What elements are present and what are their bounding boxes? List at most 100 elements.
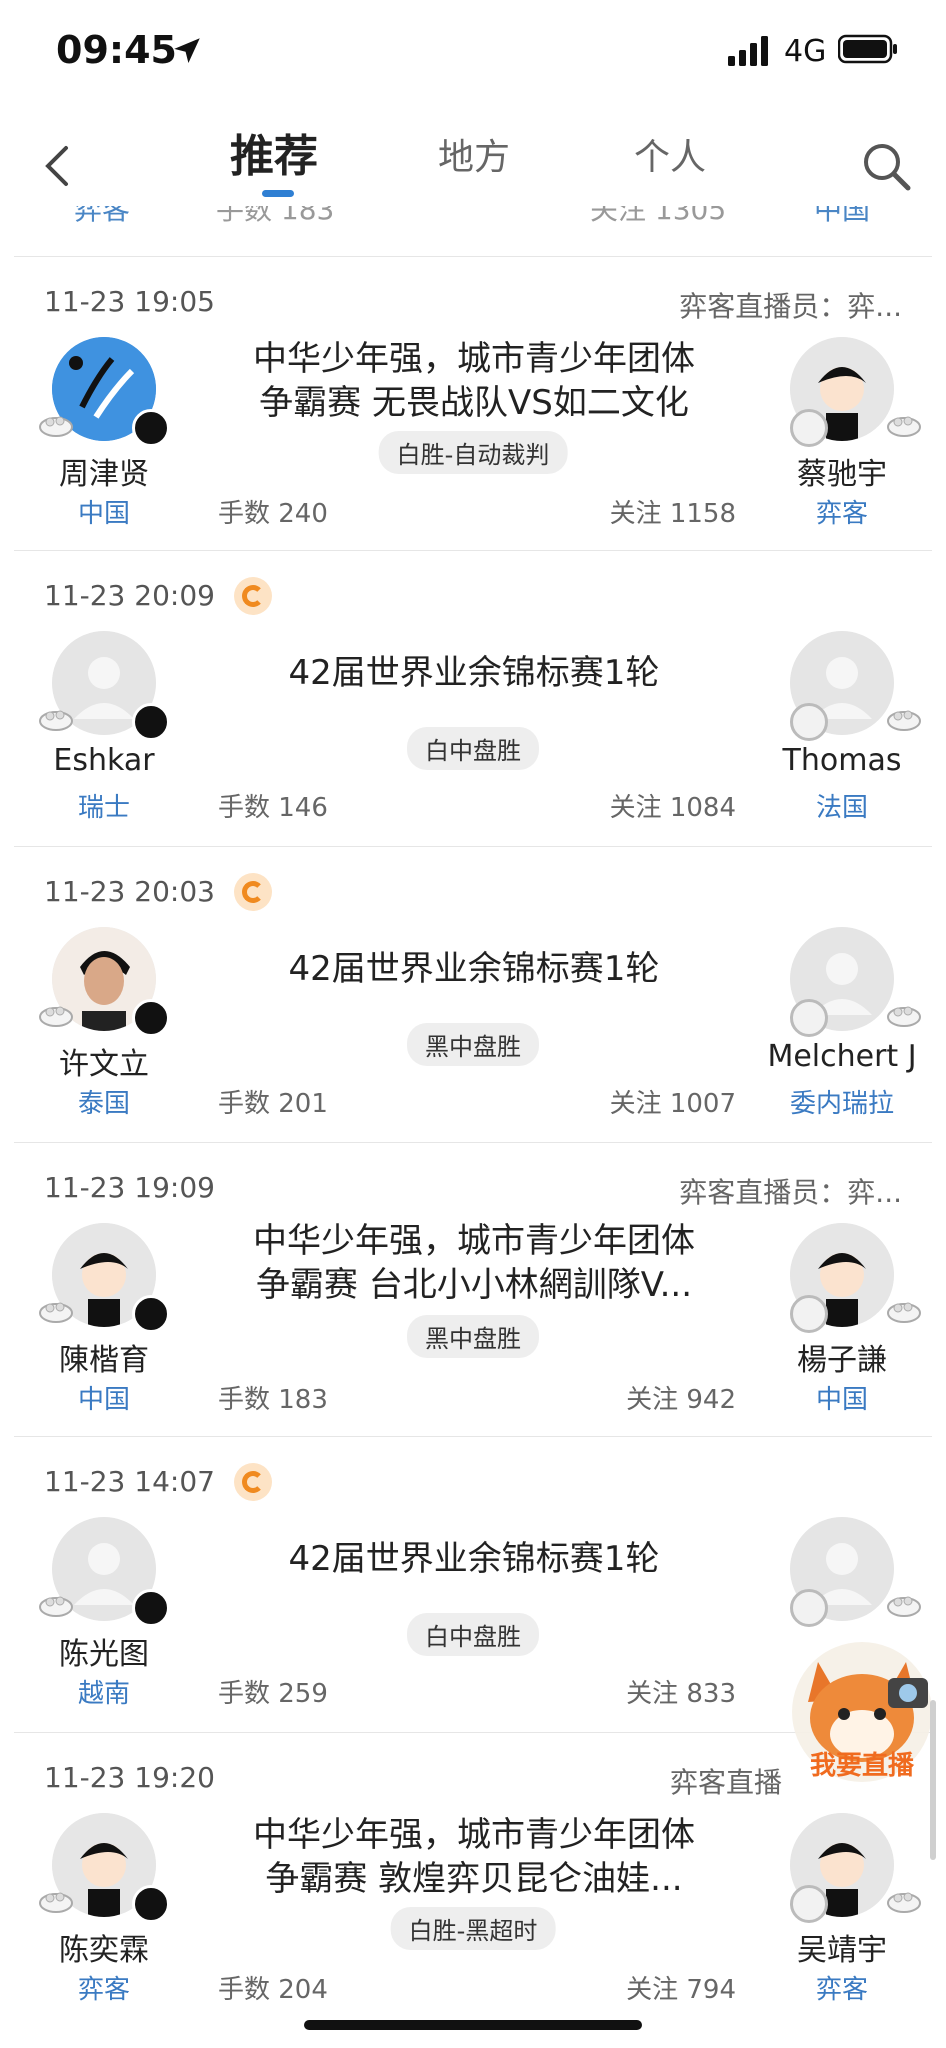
game-card[interactable]: 11-23 20:09 42届世界业余锦标赛1轮 白中盘胜 Eshkar 瑞士 … — [14, 550, 932, 845]
broadcaster: 弈客直播 — [669, 1766, 782, 1799]
black-stone-icon — [132, 1295, 170, 1333]
result-badge: 白中盘胜 — [407, 727, 539, 770]
live-badge-icon — [234, 577, 272, 615]
partial-country-right: 中国 — [814, 206, 871, 226]
tab-recommend[interactable]: 推荐 — [230, 120, 318, 184]
home-indicator — [304, 2020, 642, 2030]
move-count: 手数 183 — [218, 1385, 328, 1415]
search-icon[interactable] — [860, 140, 912, 192]
move-count: 手数 146 — [218, 793, 328, 823]
status-bar: 09:45 4G — [0, 0, 946, 100]
white-stone-icon — [790, 1885, 828, 1923]
game-title: 42届世界业余锦标赛1轮 — [204, 1537, 744, 1581]
player-left-country: 中国 — [77, 499, 130, 529]
broadcaster: 弈客直播员：弈... — [679, 290, 902, 323]
game-time: 11-23 19:20 — [44, 1761, 215, 1794]
black-stone-icon — [132, 1885, 170, 1923]
go-bowl-icon — [887, 1302, 921, 1323]
white-stone-icon — [790, 1295, 828, 1333]
go-bowl-icon — [887, 1006, 921, 1027]
game-card[interactable]: 11-23 19:09 弈客直播员：弈... 中华少年强，城市青少年团体 争霸赛… — [14, 1142, 932, 1437]
game-title-line1: 42届世界业余锦标赛1轮 — [288, 1539, 660, 1579]
game-time: 11-23 19:09 — [44, 1171, 215, 1204]
tab-local[interactable]: 地方 — [438, 128, 510, 180]
move-count: 手数 240 — [218, 499, 328, 529]
black-stone-icon — [132, 999, 170, 1037]
black-stone-icon — [132, 1589, 170, 1627]
player-left-name: 周津贤 — [59, 457, 149, 492]
game-time: 11-23 20:09 — [44, 579, 215, 612]
player-left-name: 陈奕霖 — [59, 1933, 149, 1968]
go-bowl-icon — [39, 1006, 73, 1027]
game-time: 11-23 14:07 — [44, 1465, 215, 1498]
player-right-name: Thomas — [782, 743, 902, 778]
scrollbar[interactable] — [930, 1700, 936, 1860]
go-bowl-icon — [39, 710, 73, 731]
partial-country-left: 弈客 — [74, 206, 131, 226]
black-stone-icon — [132, 409, 170, 447]
location-arrow-icon — [174, 38, 200, 64]
player-left-name: 许文立 — [59, 1047, 149, 1082]
go-live-floating-button[interactable]: 我要直播 — [778, 1622, 946, 1788]
result-badge: 白胜-黑超时 — [390, 1907, 556, 1950]
move-count: 手数 259 — [218, 1679, 328, 1709]
player-right-country: 弈客 — [815, 1975, 868, 2005]
white-stone-icon — [790, 999, 828, 1037]
player-right-name: 吴靖宇 — [797, 1933, 887, 1968]
live-badge-icon — [234, 1463, 272, 1501]
go-bowl-icon — [39, 1302, 73, 1323]
go-bowl-icon — [39, 1892, 73, 1913]
white-stone-icon — [790, 703, 828, 741]
player-left-name: 陈光图 — [59, 1637, 149, 1672]
player-left-name: 陳楷育 — [59, 1343, 149, 1378]
go-live-label: 我要直播 — [810, 1751, 915, 1781]
player-right-country: 中国 — [815, 1385, 868, 1415]
partial-follow: 关注 1305 — [590, 206, 727, 226]
active-tab-indicator — [262, 190, 294, 197]
game-title-line1: 中华少年强，城市青少年团体 — [253, 339, 695, 379]
go-bowl-icon — [887, 416, 921, 437]
game-card[interactable]: 11-23 19:05 弈客直播员：弈... 中华少年强，城市青少年团体 争霸赛… — [14, 256, 932, 551]
move-count: 手数 201 — [218, 1089, 328, 1119]
follow-count: 关注 1084 — [609, 793, 736, 823]
player-left-country: 泰国 — [77, 1089, 130, 1119]
partial-list-item: 弈客 手数 183 关注 1305 中国 — [0, 206, 946, 256]
game-title-line1: 中华少年强，城市青少年团体 — [253, 1221, 695, 1261]
player-right-country: 法国 — [815, 793, 868, 823]
result-badge: 黑中盘胜 — [407, 1315, 539, 1358]
game-title: 中华少年强，城市青少年团体 争霸赛 敦煌弈贝昆仑油娃... — [204, 1813, 744, 1901]
back-chevron-icon[interactable] — [40, 144, 76, 188]
game-time: 11-23 19:05 — [44, 285, 215, 318]
follow-count: 关注 1007 — [609, 1089, 736, 1119]
player-right-name: Melchert J — [767, 1039, 917, 1074]
status-time: 09:45 — [56, 28, 177, 72]
white-stone-icon — [790, 409, 828, 447]
go-bowl-icon — [887, 710, 921, 731]
game-title-line2: 争霸赛 台北小小林網訓隊V... — [255, 1265, 693, 1305]
battery-icon — [838, 34, 897, 64]
game-title: 中华少年强，城市青少年团体 争霸赛 无畏战队VS如二文化 — [204, 337, 744, 425]
game-title: 中华少年强，城市青少年团体 争霸赛 台北小小林網訓隊V... — [204, 1219, 744, 1307]
broadcaster: 弈客直播员：弈... — [679, 1176, 902, 1209]
move-count: 手数 204 — [218, 1975, 328, 2005]
player-right-name: 楊子謙 — [797, 1343, 887, 1378]
game-title-line1: 42届世界业余锦标赛1轮 — [288, 949, 660, 989]
tab-personal[interactable]: 个人 — [634, 128, 706, 180]
go-bowl-icon — [887, 1596, 921, 1617]
network-type: 4G — [784, 34, 827, 69]
result-badge: 白胜-自动裁判 — [378, 431, 568, 474]
go-bowl-icon — [39, 1596, 73, 1617]
follow-count: 关注 1158 — [609, 499, 736, 529]
follow-count: 关注 794 — [626, 1975, 736, 2005]
go-bowl-icon — [39, 416, 73, 437]
game-card[interactable]: 11-23 20:03 42届世界业余锦标赛1轮 黑中盘胜 许文立 泰国 Mel… — [14, 846, 932, 1141]
top-nav: 推荐 地方 个人 — [0, 110, 946, 206]
player-left-country: 瑞士 — [77, 793, 130, 823]
game-title-line1: 42届世界业余锦标赛1轮 — [288, 653, 660, 693]
player-right-country: 弈客 — [815, 499, 868, 529]
game-time: 11-23 20:03 — [44, 875, 215, 908]
player-left-country: 弈客 — [77, 1975, 130, 2005]
player-left-country: 越南 — [77, 1679, 130, 1709]
game-title: 42届世界业余锦标赛1轮 — [204, 651, 744, 695]
player-right-country: 委内瑞拉 — [789, 1089, 894, 1119]
